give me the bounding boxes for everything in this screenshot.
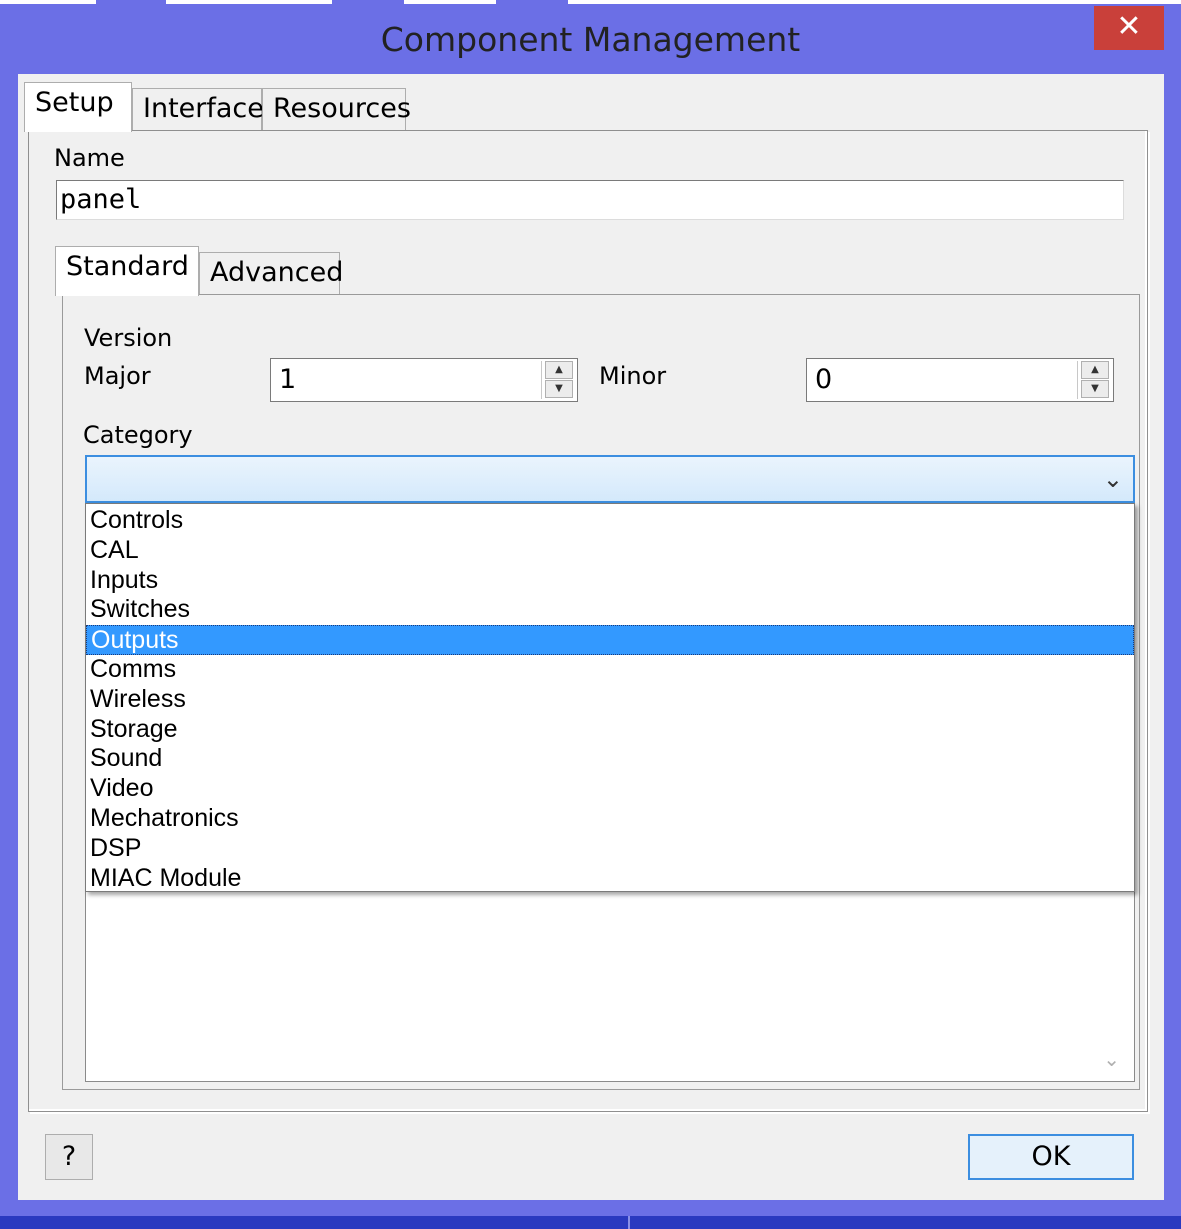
category-option[interactable]: Comms	[86, 655, 1134, 685]
category-option[interactable]: Storage	[86, 715, 1134, 745]
major-label: Major	[84, 362, 151, 390]
category-option[interactable]: MIAC Module	[86, 864, 1134, 894]
category-option[interactable]: CAL	[86, 536, 1134, 566]
category-option[interactable]: Sound	[86, 744, 1134, 774]
minor-label: Minor	[599, 362, 667, 390]
chevron-down-icon: ⌄	[1102, 465, 1123, 493]
category-combobox[interactable]: ⌄	[85, 455, 1135, 503]
taskbar-strip	[0, 1216, 1181, 1229]
window-title: Component Management	[380, 20, 801, 59]
tab-interface[interactable]: Interface	[132, 88, 264, 130]
arrow-up-icon[interactable]: ▲	[1081, 361, 1109, 379]
background-window-strip	[0, 0, 1181, 4]
major-stepper[interactable]: 1 ▲ ▼	[270, 358, 578, 402]
ok-button[interactable]: OK	[968, 1134, 1134, 1180]
category-dropdown-list[interactable]: Controls CAL Inputs Switches Outputs Comms Wir…	[85, 503, 1135, 892]
version-label: Version	[84, 324, 173, 352]
help-button[interactable]: ?	[45, 1134, 93, 1180]
category-option[interactable]: Switches	[86, 595, 1134, 625]
close-icon: ✕	[1116, 9, 1142, 44]
category-option[interactable]: DSP	[86, 834, 1134, 864]
arrow-up-icon[interactable]: ▲	[545, 361, 573, 379]
category-option[interactable]: Wireless	[86, 685, 1134, 715]
arrow-down-icon[interactable]: ▼	[545, 380, 573, 398]
category-option[interactable]: Inputs	[86, 566, 1134, 596]
arrow-down-icon[interactable]: ▼	[1081, 380, 1109, 398]
tab-standard[interactable]: Standard	[55, 246, 199, 296]
minor-stepper[interactable]: 0 ▲ ▼	[806, 358, 1114, 402]
category-label: Category	[83, 421, 193, 449]
chevron-down-icon[interactable]: ⌄	[1103, 1047, 1120, 1071]
major-spin-arrows: ▲ ▼	[541, 361, 575, 399]
category-option[interactable]: Video	[86, 774, 1134, 804]
tab-advanced[interactable]: Advanced	[199, 252, 343, 294]
category-option[interactable]: Outputs	[86, 625, 1134, 655]
name-input[interactable]: panel	[56, 180, 1124, 220]
close-button[interactable]: ✕	[1094, 6, 1164, 50]
tab-setup[interactable]: Setup	[24, 82, 132, 132]
category-option[interactable]: Controls	[86, 506, 1134, 536]
category-option[interactable]: Mechatronics	[86, 804, 1134, 834]
name-label: Name	[54, 144, 125, 172]
minor-value: 0	[815, 364, 833, 395]
major-value: 1	[279, 364, 297, 395]
minor-spin-arrows: ▲ ▼	[1077, 361, 1111, 399]
tab-resources[interactable]: Resources	[262, 88, 411, 130]
